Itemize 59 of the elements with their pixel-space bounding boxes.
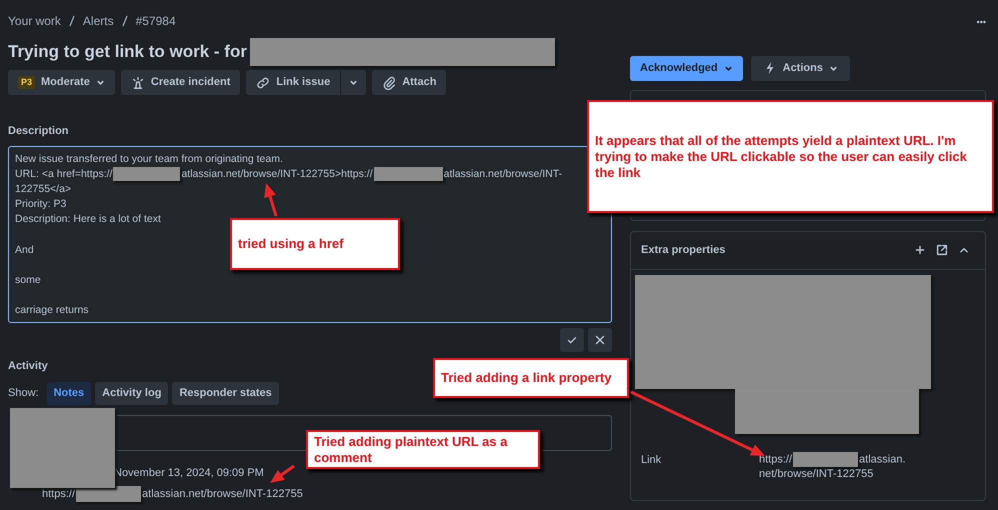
dropdown-toggle-button[interactable] [340,70,366,95]
comment-url-text: atlassian.net/browse/INT-122755 [142,488,303,500]
paperclip-icon [382,76,396,90]
property-value: atlassian. [859,452,906,465]
url-text: 122755</a> [15,182,72,195]
status-dropdown[interactable]: Acknowledged [630,56,743,80]
section-heading: Activity [8,358,48,374]
property-label: Link [641,452,662,468]
description-line: some [15,274,41,286]
annotation-text: It appears that all of the attempts yield a plaintext URL. I'm trying to make the URL clickable so the user can easily click the link [595,132,968,180]
comment-url-text: https:// [42,488,76,500]
redaction-box [793,452,858,466]
cancel-button[interactable] [588,328,612,352]
breadcrumb-link[interactable]: #57984 [136,12,176,30]
property-value: net/browse/INT-122755 [759,468,874,480]
card-title: Extra properties [641,242,726,258]
property-value: https:// [759,452,792,465]
create-incident-button[interactable]: Create incident [120,70,240,95]
more-menu-button[interactable]: ••• [976,16,986,30]
filter-tab[interactable]: Activity log [95,382,168,404]
description-line: carriage returns [15,304,89,316]
description-line: And [15,244,34,256]
filter-label: Show: [8,386,39,401]
add-icon [913,243,927,257]
description-line: Description: Here is a lot of text [15,213,161,226]
link-icon [256,76,270,90]
annotation-text: Tried adding plaintext URL as a comment [314,434,508,466]
external-link-icon [935,243,949,257]
icon-button[interactable] [913,243,927,257]
annotation-arrow [264,183,278,216]
siren-icon [130,76,145,90]
redaction-box [113,166,180,181]
url-text: atlassian.net/browse/INT-122755>https:// [181,168,373,180]
filter-tab[interactable]: Notes [46,382,92,404]
priority-dropdown[interactable]: P3 Moderate [8,70,115,95]
section-heading: Description [8,124,69,139]
icon-button[interactable] [935,243,949,257]
alert-title: Trying to get link to work - for [8,41,247,64]
attach-button[interactable]: Attach [372,70,446,95]
annotation-text: Tried adding a link property [441,370,612,386]
filter-tab[interactable]: Responder states [172,382,279,404]
confirm-button[interactable] [560,328,584,352]
description-line: Priority: P3 [15,198,66,210]
annotation-arrow [270,464,295,483]
caret-icon [349,78,358,87]
annotation-text: tried using a href [238,236,344,252]
priority-badge: P3 [18,76,36,90]
description-line: New issue transferred to your team from originating team. [15,152,283,164]
link-issue-button[interactable]: Link issue [246,70,340,95]
breadcrumb-link[interactable]: Your work [8,12,61,30]
url-text: URL: <a href=https:// [15,168,112,180]
caret-icon [828,64,838,72]
breadcrumb-link[interactable]: Alerts [82,12,114,30]
redaction-box [374,166,443,181]
url-text: atlassian.net/browse/INT- [444,168,562,180]
actions-dropdown[interactable]: Actions [750,56,850,80]
comment-timestamp: November 13, 2024, 09:09 PM [114,466,264,480]
caret-icon [724,64,733,72]
caret-icon [96,78,105,87]
